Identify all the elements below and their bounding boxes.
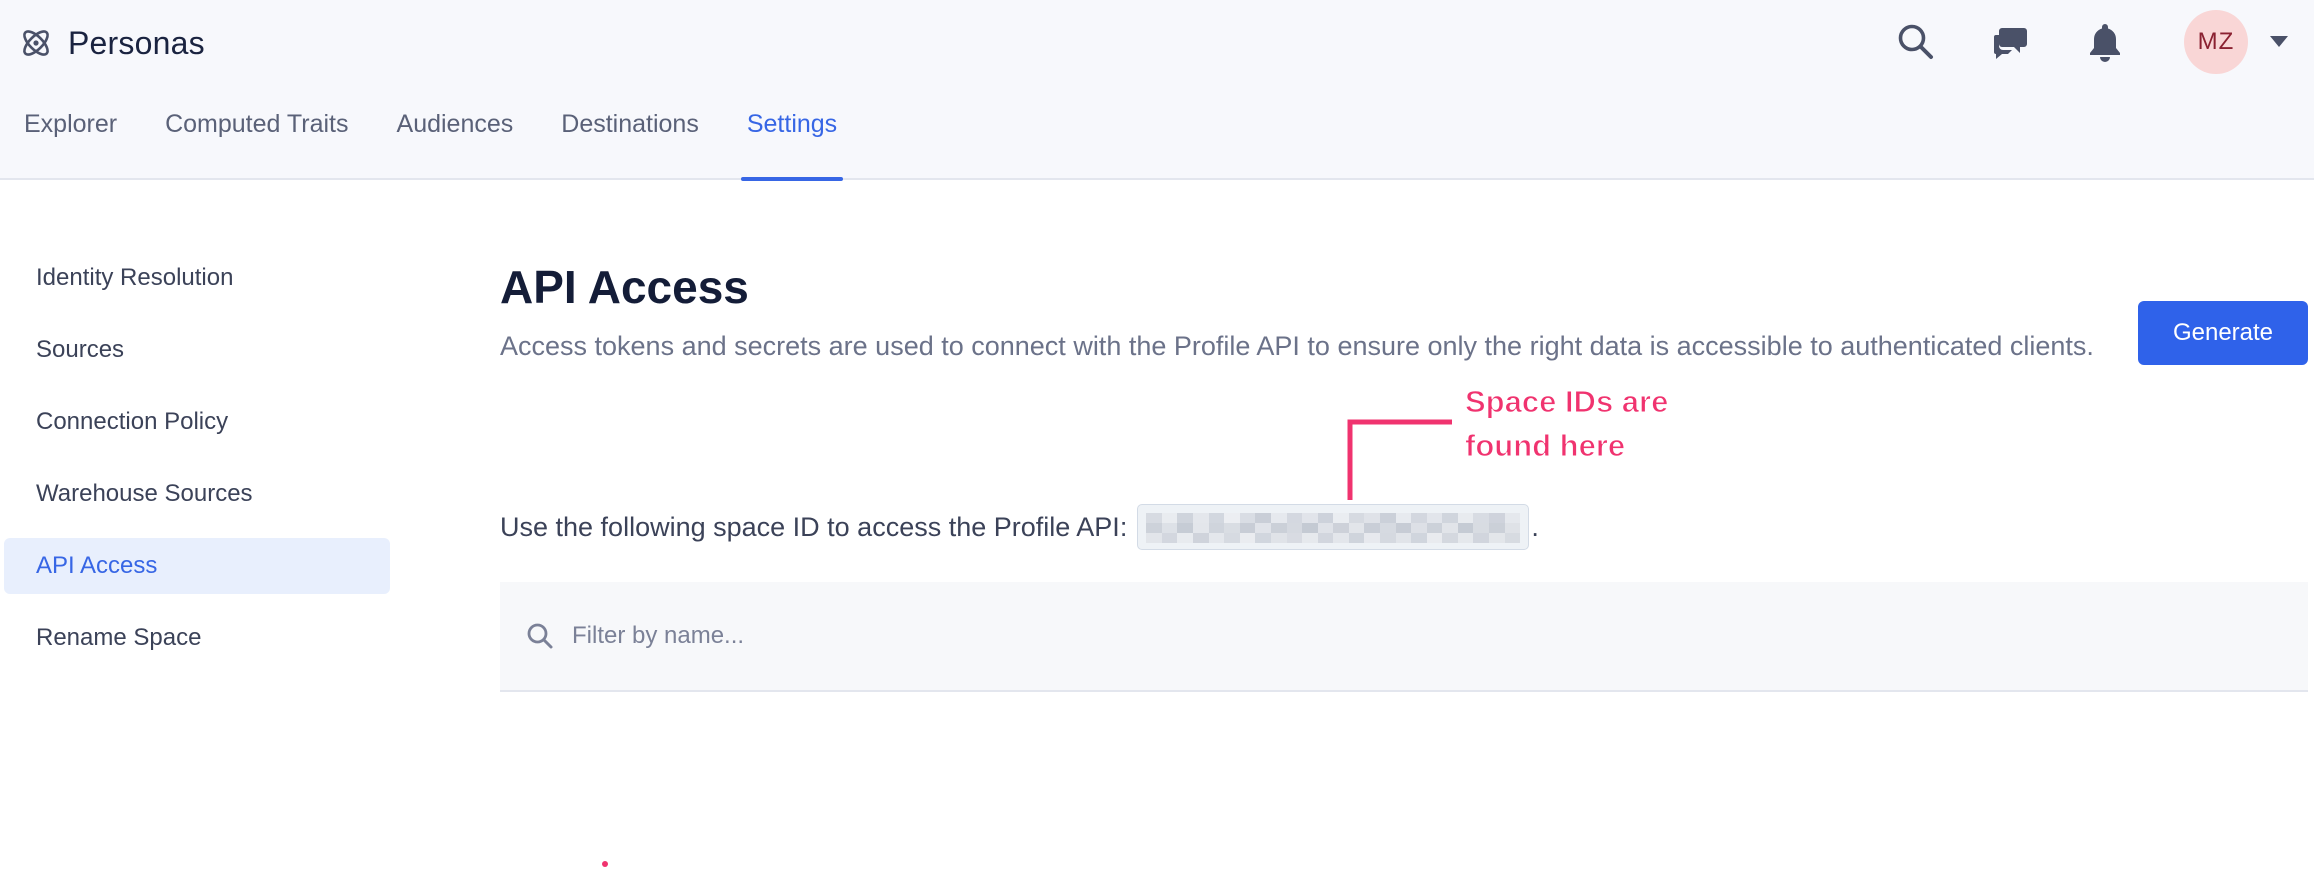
app-name: Personas <box>68 24 205 61</box>
generate-button[interactable]: Generate <box>2138 301 2308 365</box>
sidebar-item-connection-policy[interactable]: Connection Policy <box>4 394 390 450</box>
search-icon <box>527 623 553 649</box>
sidebar-item-identity-resolution[interactable]: Identity Resolution <box>4 250 390 306</box>
bell-icon[interactable] <box>2083 20 2127 64</box>
search-icon[interactable] <box>1894 20 1938 64</box>
main-tabs: Explorer Computed Traits Audiences Desti… <box>0 100 861 181</box>
space-id-period: . <box>1531 511 1539 542</box>
annotation-callout: Space IDs are found here <box>1464 380 1669 468</box>
sidebar-item-api-access[interactable]: API Access <box>4 538 390 594</box>
annotation-dot <box>602 861 608 867</box>
avatar[interactable]: MZ <box>2184 10 2248 74</box>
filter-input[interactable] <box>570 621 2070 651</box>
annotation-line-2: found here <box>1464 428 1626 464</box>
filter-bar <box>500 582 2308 692</box>
tab-computed-traits[interactable]: Computed Traits <box>141 100 372 180</box>
space-id-row: Use the following space ID to access the… <box>500 504 1539 550</box>
annotation-line-1: Space IDs are <box>1464 384 1669 420</box>
page-title: API Access <box>500 261 749 313</box>
brand[interactable]: Personas <box>18 20 205 66</box>
atom-logo-icon <box>23 30 49 56</box>
sidebar-item-rename-space[interactable]: Rename Space <box>4 610 390 666</box>
sidebar-item-sources[interactable]: Sources <box>4 322 390 378</box>
tab-destinations[interactable]: Destinations <box>537 100 723 180</box>
top-header: Personas MZ Explorer Computed Traits Aud… <box>0 0 2314 181</box>
tab-audiences[interactable]: Audiences <box>373 100 538 180</box>
space-id-prompt: Use the following space ID to access the… <box>500 511 1128 542</box>
settings-sidebar: Identity Resolution Sources Connection P… <box>4 250 390 682</box>
chevron-down-icon[interactable] <box>2270 36 2288 47</box>
tab-settings[interactable]: Settings <box>723 100 861 181</box>
page-description: Access tokens and secrets are used to co… <box>500 331 2094 361</box>
tab-explorer[interactable]: Explorer <box>0 100 141 180</box>
sidebar-item-warehouse-sources[interactable]: Warehouse Sources <box>4 466 390 522</box>
chat-icon[interactable] <box>1988 20 2032 64</box>
top-actions: MZ <box>1894 10 2314 74</box>
space-id-value[interactable] <box>1137 504 1530 550</box>
